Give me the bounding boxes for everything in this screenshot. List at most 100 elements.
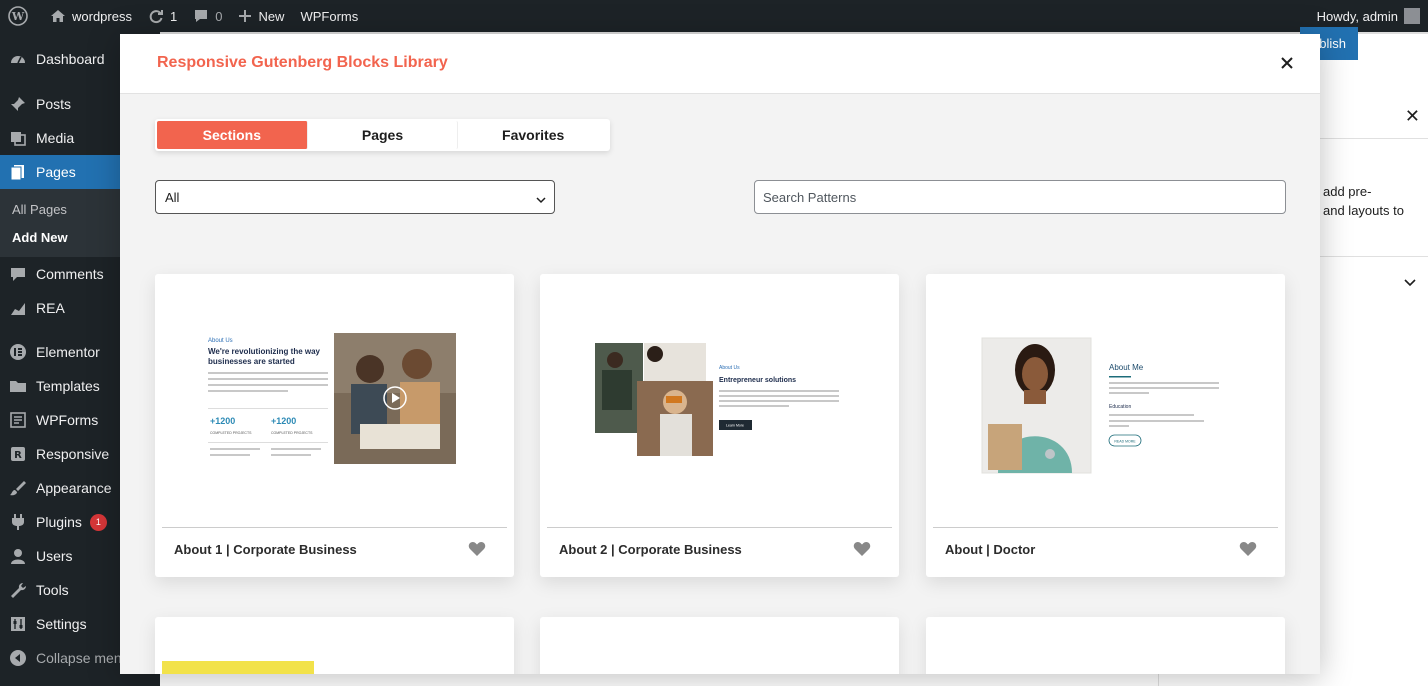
panel-text: add pre- and layouts to	[1323, 184, 1404, 218]
site-name: wordpress	[72, 8, 132, 24]
category-select-value: All	[165, 189, 180, 205]
chevron-down-icon	[536, 192, 546, 207]
menu-label: Appearance	[36, 480, 112, 496]
wordpress-logo-icon[interactable]: W	[0, 0, 42, 32]
close-icon[interactable]	[1278, 54, 1296, 72]
library-tabs: Sections Pages Favorites	[155, 119, 610, 151]
card-divider	[162, 527, 507, 528]
tab-favorites[interactable]: Favorites	[458, 121, 608, 149]
home-icon	[51, 10, 65, 22]
pattern-preview	[162, 661, 314, 674]
form-icon	[9, 411, 27, 429]
new-content-link[interactable]: New	[230, 0, 292, 32]
folder-icon	[9, 377, 27, 395]
wrench-icon	[9, 581, 27, 599]
wpforms-link[interactable]: WPForms	[292, 0, 366, 32]
plus-icon	[239, 10, 252, 22]
plug-icon	[9, 513, 27, 531]
pattern-title: About 2 | Corporate Business	[559, 542, 742, 557]
preview-stat: +1200	[271, 416, 296, 426]
dashboard-icon	[9, 50, 27, 68]
menu-label: Media	[36, 130, 75, 146]
preview-button: Learn More	[726, 424, 744, 428]
pin-icon	[9, 95, 27, 113]
page-icon	[9, 163, 27, 181]
tab-sections[interactable]: Sections	[157, 121, 308, 149]
settings-icon	[9, 615, 27, 633]
wpforms-label: WPForms	[300, 8, 359, 24]
media-icon	[9, 129, 27, 147]
comment-icon	[9, 265, 27, 283]
chart-icon	[9, 299, 27, 317]
menu-label: Elementor	[36, 344, 100, 360]
menu-label: Plugins	[36, 514, 82, 530]
preview-button: READ MORE	[1114, 440, 1136, 444]
tab-pages[interactable]: Pages	[308, 121, 459, 149]
r-icon: R	[9, 445, 27, 463]
comment-bubble-icon	[195, 10, 208, 22]
svg-text:W: W	[11, 10, 25, 23]
preview-subheading: Education	[1109, 404, 1131, 410]
svg-text:R: R	[14, 450, 22, 461]
avatar[interactable]	[1404, 8, 1420, 24]
menu-label: WPForms	[36, 412, 99, 428]
chevron-down-icon[interactable]	[1404, 274, 1416, 292]
updates-count: 1	[169, 8, 178, 24]
menu-label: Tools	[36, 582, 69, 598]
preview-heading: About Me	[1109, 363, 1144, 372]
pattern-card[interactable]: About Me Education READ MORE About | Doc…	[926, 274, 1285, 577]
menu-label: Dashboard	[36, 51, 105, 67]
pattern-card[interactable]	[540, 617, 899, 674]
site-name-link[interactable]: wordpress	[42, 0, 140, 32]
new-label: New	[258, 8, 285, 24]
card-divider	[933, 527, 1278, 528]
menu-label: Posts	[36, 96, 72, 112]
comments-link[interactable]: 0	[185, 0, 230, 32]
preview-stat: +1200	[210, 416, 235, 426]
menu-label: Users	[36, 548, 73, 564]
howdy-account[interactable]: Howdy, admin	[1317, 9, 1398, 24]
comments-count: 0	[215, 8, 223, 24]
preview-stat-label: COMPLETED PROJECTS	[210, 431, 252, 435]
pattern-title: About | Doctor	[945, 542, 1036, 557]
menu-label: Settings	[36, 616, 87, 632]
pattern-card[interactable]: About Us Entrepreneur solutions Learn Mo…	[540, 274, 899, 577]
pattern-title: About 1 | Corporate Business	[174, 542, 357, 557]
collapse-icon	[9, 649, 27, 667]
menu-label: Collapse menu	[36, 650, 130, 666]
preview-heading: Entrepreneur solutions	[719, 377, 796, 384]
pattern-card[interactable]	[926, 617, 1285, 674]
menu-label: REA	[36, 300, 65, 316]
pattern-preview: About Us We're revolutionizing the way b…	[155, 274, 514, 527]
heart-icon[interactable]	[853, 541, 871, 557]
modal-title: Responsive Gutenberg Blocks Library	[157, 54, 448, 71]
pattern-preview: About Me Education READ MORE	[926, 274, 1285, 527]
panel-close-icon[interactable]: ✕	[1405, 106, 1420, 127]
heart-icon[interactable]	[468, 541, 486, 557]
menu-label: Comments	[36, 266, 104, 282]
elementor-icon	[9, 343, 27, 361]
menu-label: Templates	[36, 378, 100, 394]
refresh-icon	[149, 10, 163, 24]
pattern-card[interactable]	[155, 617, 514, 674]
pattern-preview: About Us Entrepreneur solutions Learn Mo…	[540, 274, 899, 527]
modal-header: Responsive Gutenberg Blocks Library	[120, 34, 1320, 94]
preview-stat-label: COMPLETED PROJECTS	[271, 431, 313, 435]
menu-label: Pages	[36, 164, 76, 180]
menu-label: Responsive	[36, 446, 110, 462]
heart-icon[interactable]	[1239, 541, 1257, 557]
blocks-library-modal: Responsive Gutenberg Blocks Library Sect…	[120, 34, 1320, 674]
category-select[interactable]: All	[155, 180, 555, 214]
svg-text:businesses are started: businesses are started	[208, 357, 295, 366]
brush-icon	[9, 479, 27, 497]
pattern-card[interactable]: About Us We're revolutionizing the way b…	[155, 274, 514, 577]
updates-link[interactable]: 1	[140, 0, 185, 32]
user-icon	[9, 547, 27, 565]
plugins-update-badge: 1	[89, 513, 107, 531]
svg-text:We're revolutionizing the way: We're revolutionizing the way	[208, 347, 321, 356]
preview-eyebrow: About Us	[208, 338, 233, 344]
search-patterns-input[interactable]	[754, 180, 1286, 214]
preview-eyebrow: About Us	[719, 365, 740, 371]
admin-bar: W wordpress 1 0 New WPForms Howdy, admin	[0, 0, 1428, 32]
card-divider	[547, 527, 892, 528]
